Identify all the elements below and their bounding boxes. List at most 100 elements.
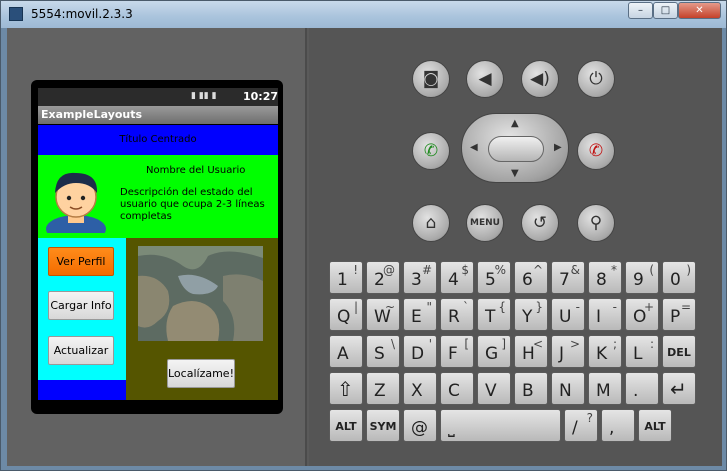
key-alt-label: > bbox=[569, 337, 580, 351]
volume-down-icon[interactable]: ◀ bbox=[466, 60, 504, 98]
key-6[interactable]: 6 ^ bbox=[514, 261, 548, 294]
key-j[interactable]: J > bbox=[551, 335, 585, 368]
key-h[interactable]: H < bbox=[514, 335, 548, 368]
key-q[interactable]: Q | bbox=[329, 298, 363, 331]
menu-button[interactable]: MENU bbox=[466, 204, 504, 242]
key-i[interactable]: I- bbox=[588, 298, 622, 331]
key-v[interactable]: V bbox=[477, 372, 511, 405]
key-2[interactable]: 2 @ bbox=[366, 261, 400, 294]
key-l[interactable]: L: bbox=[625, 335, 659, 368]
key-,[interactable]: , bbox=[601, 409, 635, 442]
key-1[interactable]: 1! bbox=[329, 261, 363, 294]
key-alt-label: $ bbox=[461, 263, 469, 277]
key-b[interactable]: B bbox=[514, 372, 548, 405]
key-↵[interactable]: ↵ bbox=[662, 372, 696, 405]
key-alt-label: ' bbox=[428, 337, 432, 351]
key-label: 4 bbox=[448, 270, 459, 290]
app-title-bar: ExampleLayouts bbox=[38, 106, 278, 124]
key-7[interactable]: 7 & bbox=[551, 261, 585, 294]
key-alt[interactable]: ALT bbox=[638, 409, 672, 442]
dpad-down-icon[interactable]: ▼ bbox=[511, 168, 519, 179]
key-label: 9 bbox=[633, 270, 644, 290]
key-@[interactable]: @ bbox=[403, 409, 437, 442]
key-⇧[interactable]: ⇧ bbox=[329, 372, 363, 405]
back-icon[interactable]: ↺ bbox=[521, 204, 559, 242]
key-alt-label: ; bbox=[612, 337, 617, 351]
home-icon[interactable]: ⌂ bbox=[412, 204, 450, 242]
key-d[interactable]: D ' bbox=[403, 335, 437, 368]
cargar-info-button[interactable]: Cargar Info bbox=[48, 291, 114, 320]
key-alt-label: ! bbox=[353, 263, 358, 277]
end-call-icon[interactable]: ✆ bbox=[577, 132, 615, 170]
ver-perfil-button[interactable]: Ver Perfil bbox=[48, 247, 114, 276]
key-8[interactable]: 8 * bbox=[588, 261, 622, 294]
camera-icon[interactable]: ◙ bbox=[412, 60, 450, 98]
header-panel: Título Centrado bbox=[38, 125, 278, 155]
key-c[interactable]: C bbox=[440, 372, 474, 405]
title-bar: 5554:movil.2.3.3 – □ ✕ bbox=[1, 1, 726, 28]
hardware-keyboard: 1! 2 @3 #4 $5% 6 ^ 7 & 8 * 9(0) Q | W ~ E " R ` T{Y} U - I - O + P =… bbox=[329, 261, 703, 446]
power-icon[interactable]: ⏻ bbox=[577, 60, 615, 98]
key-label: R bbox=[448, 307, 460, 327]
key-alt-label: ) bbox=[686, 263, 691, 277]
key-space[interactable]: ⎵ bbox=[440, 409, 561, 442]
window-title: 5554:movil.2.3.3 bbox=[31, 7, 133, 21]
key-label: F bbox=[448, 344, 458, 364]
key-a[interactable]: A bbox=[329, 335, 363, 368]
key-label: Q bbox=[337, 307, 351, 327]
key-0[interactable]: 0) bbox=[662, 261, 696, 294]
key-o[interactable]: O + bbox=[625, 298, 659, 331]
key-alt-label: { bbox=[498, 300, 506, 314]
key-4[interactable]: 4 $ bbox=[440, 261, 474, 294]
device-panel: ▮ ▮▮ ▮ 10:27 ExampleLayouts Título Centr… bbox=[7, 28, 307, 466]
key-label: K bbox=[596, 344, 608, 364]
search-icon[interactable]: ⚲ bbox=[577, 204, 615, 242]
key-label: @ bbox=[411, 418, 428, 438]
key-n[interactable]: N bbox=[551, 372, 585, 405]
key-.[interactable]: . bbox=[625, 372, 659, 405]
key-f[interactable]: F[ bbox=[440, 335, 474, 368]
dpad-right-icon[interactable]: ▶ bbox=[554, 142, 562, 153]
dpad[interactable]: ▲ ▼ ◀ ▶ bbox=[461, 113, 569, 183]
dpad-left-icon[interactable]: ◀ bbox=[470, 142, 478, 153]
key-label: ALT bbox=[644, 420, 666, 433]
key-s[interactable]: S \ bbox=[366, 335, 400, 368]
emulator-body: ▮ ▮▮ ▮ 10:27 ExampleLayouts Título Centr… bbox=[7, 28, 722, 466]
key-p[interactable]: P = bbox=[662, 298, 696, 331]
key-u[interactable]: U- bbox=[551, 298, 585, 331]
key-x[interactable]: X bbox=[403, 372, 437, 405]
signal-battery-icon: ▮ ▮▮ ▮ bbox=[191, 91, 217, 101]
dpad-center-button[interactable] bbox=[488, 136, 544, 162]
key-label: S bbox=[374, 344, 385, 364]
close-button[interactable]: ✕ bbox=[678, 2, 721, 19]
key-r[interactable]: R ` bbox=[440, 298, 474, 331]
maximize-button[interactable]: □ bbox=[653, 2, 678, 19]
key-9[interactable]: 9( bbox=[625, 261, 659, 294]
actualizar-button[interactable]: Actualizar bbox=[48, 336, 114, 365]
dpad-up-icon[interactable]: ▲ bbox=[511, 118, 519, 129]
key-k[interactable]: K; bbox=[588, 335, 622, 368]
key-label: A bbox=[337, 344, 349, 364]
key-sym[interactable]: SYM bbox=[366, 409, 400, 442]
key-alt-label: = bbox=[680, 300, 691, 314]
call-icon[interactable]: ✆ bbox=[412, 132, 450, 170]
key-y[interactable]: Y} bbox=[514, 298, 548, 331]
key-label: U bbox=[559, 307, 572, 327]
key-del[interactable]: DEL bbox=[662, 335, 696, 368]
volume-up-icon[interactable]: ◀) bbox=[521, 60, 559, 98]
key-5[interactable]: 5% bbox=[477, 261, 511, 294]
key-z[interactable]: Z bbox=[366, 372, 400, 405]
localizame-button[interactable]: Localízame! bbox=[167, 359, 235, 388]
minimize-button[interactable]: – bbox=[628, 2, 653, 19]
key-t[interactable]: T{ bbox=[477, 298, 511, 331]
key-alt-label: \ bbox=[390, 337, 395, 351]
key-m[interactable]: M bbox=[588, 372, 622, 405]
key-alt[interactable]: ALT bbox=[329, 409, 363, 442]
key-label: B bbox=[522, 381, 534, 401]
key-/[interactable]: /? bbox=[564, 409, 598, 442]
key-3[interactable]: 3 # bbox=[403, 261, 437, 294]
key-w[interactable]: W ~ bbox=[366, 298, 400, 331]
key-e[interactable]: E " bbox=[403, 298, 437, 331]
key-alt-label: [ bbox=[464, 337, 469, 351]
key-g[interactable]: G] bbox=[477, 335, 511, 368]
